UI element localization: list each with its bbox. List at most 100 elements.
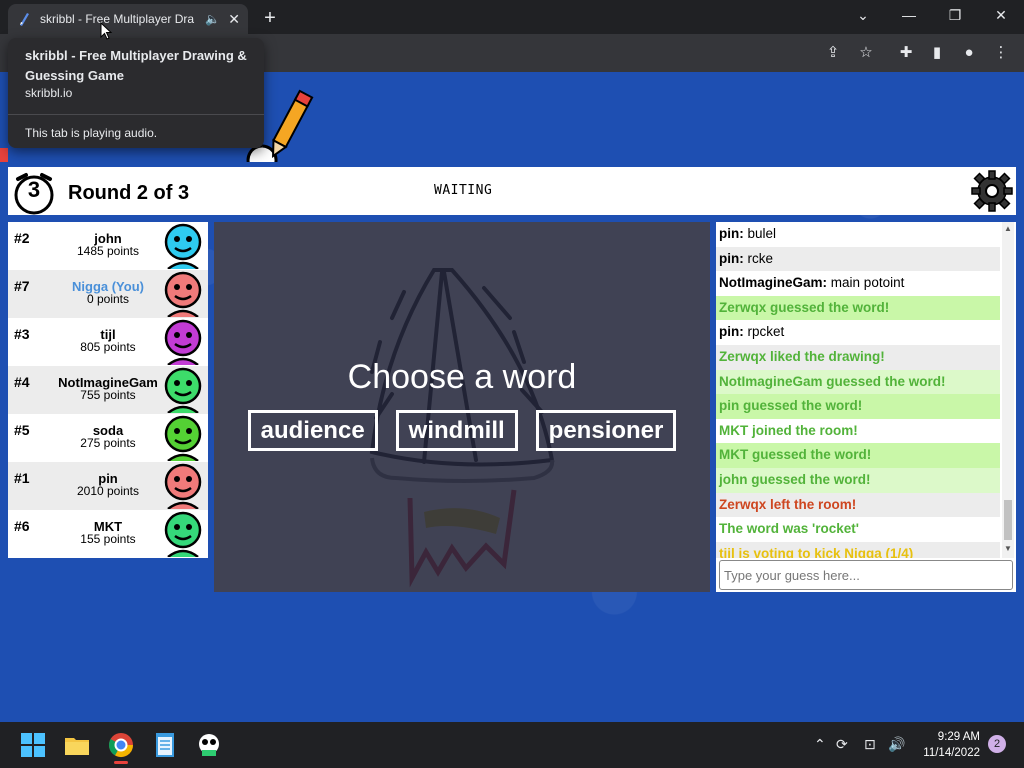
chat-message: Zerwqx liked the drawing! [716, 344, 1000, 370]
active-app-indicator [114, 761, 128, 764]
chat-text: bulel [747, 226, 777, 241]
side-panel-icon[interactable]: ▮ [926, 42, 948, 64]
chat-message: pin: rcke [716, 246, 1000, 272]
player-points: 275 points [80, 436, 136, 450]
player-row[interactable]: #5 soda 275 points [8, 414, 208, 462]
chat-message: john guessed the word! [716, 467, 1000, 493]
scroll-down-arrow-icon[interactable]: ▼ [1002, 544, 1014, 553]
settings-gear-icon[interactable] [970, 169, 1014, 213]
guess-input[interactable] [719, 560, 1013, 590]
tooltip-domain: skribbl.io [25, 86, 73, 100]
browser-tab[interactable]: skribbl - Free Multiplayer Dra 🔈 ✕ [8, 4, 248, 34]
word-options: audience windmill pensioner [214, 410, 710, 451]
chat-message: pin guessed the word! [716, 394, 1000, 419]
scroll-up-arrow-icon[interactable]: ▲ [1002, 224, 1014, 233]
chrome-taskbar-item[interactable] [106, 730, 136, 764]
sync-icon[interactable]: ⟳ [836, 736, 848, 753]
chat-scrollbar[interactable]: ▲ ▼ [1002, 222, 1014, 558]
chat-text: NotImagineGam guessed the word! [719, 373, 946, 389]
chat-messages: pin: bulel pin: rcke NotImagineGam: main p… [716, 222, 1000, 558]
extensions-puzzle-icon[interactable]: ✚ [895, 42, 917, 64]
chat-text: pin guessed the word! [719, 398, 863, 414]
player-rank: #2 [14, 230, 30, 246]
player-avatar [164, 463, 202, 509]
new-tab-button[interactable]: + [258, 6, 282, 30]
round-timer: 3 [27, 177, 41, 202]
speaker-icon[interactable]: 🔈 [205, 12, 220, 26]
file-explorer-icon[interactable] [62, 730, 92, 760]
player-points: 0 points [86, 292, 130, 306]
player-row[interactable]: #2 john 1485 points [8, 222, 208, 270]
chat-text: MKT guessed the word! [719, 447, 872, 463]
volume-icon[interactable]: 🔊 [888, 736, 905, 753]
player-row[interactable]: #7 Nigga (You) 0 points [8, 270, 208, 318]
tooltip-divider [8, 114, 264, 115]
tab-hover-card: skribbl - Free Multiplayer Drawing & Gue… [8, 38, 264, 148]
chat-author: pin [719, 226, 740, 241]
menu-kebab-icon[interactable]: ⋮ [990, 42, 1012, 64]
chat-text: rpcket [747, 324, 785, 340]
network-icon[interactable]: ⊡ [864, 736, 876, 753]
chat-text: MKT joined the room! [719, 422, 858, 438]
word-choice-overlay: Choose a word audience windmill pensioner [214, 222, 710, 592]
skribbl-favicon-icon [16, 11, 32, 27]
close-window-button[interactable]: ✕ [978, 0, 1024, 30]
player-points: 755 points [80, 388, 136, 402]
taskbar-clock[interactable]: 9:29 AM 11/14/2022 [910, 729, 980, 761]
tooltip-audio-note: This tab is playing audio. [25, 126, 158, 140]
tab-search-chevron-icon[interactable]: ⌄ [840, 0, 886, 30]
chat-author: pin [719, 324, 740, 340]
windows-start-icon[interactable] [18, 730, 48, 760]
tooltip-title: skribbl - Free Multiplayer Drawing & Gue… [25, 48, 247, 83]
player-row[interactable]: #6 MKT 155 points [8, 510, 208, 558]
scroll-thumb[interactable] [1004, 500, 1012, 540]
clock-time: 9:29 AM [937, 731, 980, 743]
player-rank: #5 [14, 422, 30, 438]
chat-message: NotImagineGam guessed the word! [716, 369, 1000, 395]
word-option-button[interactable]: pensioner [535, 410, 677, 451]
chat-message: pin: bulel [719, 226, 777, 241]
chat-message: Zerwqx guessed the word! [716, 295, 1000, 321]
close-tab-icon[interactable]: ✕ [228, 11, 240, 28]
word-option-button[interactable]: audience [247, 410, 378, 451]
chat-text: rcke [747, 250, 774, 266]
restore-button[interactable]: ❐ [932, 0, 978, 30]
choose-word-title: Choose a word [347, 358, 577, 396]
chat-message: Zerwqx left the room! [716, 492, 1000, 518]
player-avatar [164, 367, 202, 413]
chat-text: main potoint [830, 275, 905, 291]
chat-text: Zerwqx liked the drawing! [719, 348, 885, 364]
chat-message: The word was 'rocket' [716, 517, 1000, 542]
player-avatar [164, 319, 202, 365]
player-rank: #3 [14, 326, 30, 342]
chat-message: NotImagineGam: main potoint [719, 275, 905, 291]
show-hidden-icons-chevron-icon[interactable]: ⌃ [814, 736, 826, 753]
chat-message: pin: rpcket [719, 324, 785, 340]
chat-message: MKT guessed the word! [716, 443, 1000, 468]
player-row[interactable]: #4 NotImagineGam 755 points [8, 366, 208, 414]
chat-text: tijl is voting to kick Nigga (1/4) [719, 545, 914, 558]
share-icon[interactable]: ⇪ [822, 42, 844, 64]
profile-icon[interactable]: ● [958, 42, 980, 64]
chat-author: NotImagineGam [719, 275, 823, 291]
notepad-icon[interactable] [150, 730, 180, 760]
player-row[interactable]: #1 pin 2010 points [8, 462, 208, 510]
chat-message: MKT joined the room! [716, 419, 1000, 444]
chat-text: Zerwqx left the room! [719, 496, 857, 512]
player-rank: #6 [14, 518, 30, 534]
game-header: 3 Round 2 of 3 WAITING [8, 167, 1016, 215]
notification-badge[interactable]: 2 [988, 735, 1006, 753]
drawing-canvas[interactable]: Choose a word audience windmill pensioner [214, 222, 710, 592]
player-list: #2 john 1485 points #7 Nigga (You) 0 points … [8, 222, 208, 558]
player-avatar [164, 511, 202, 557]
minimize-button[interactable]: — [886, 0, 932, 30]
player-avatar [164, 415, 202, 461]
mouse-cursor-icon [100, 22, 113, 40]
player-points: 155 points [80, 532, 136, 546]
bookmark-star-icon[interactable]: ☆ [855, 42, 877, 64]
word-option-button[interactable]: windmill [395, 410, 518, 451]
game-app-icon[interactable] [194, 730, 224, 760]
player-points: 805 points [80, 340, 136, 354]
browser-tab-bar: skribbl - Free Multiplayer Dra 🔈 ✕ + ⌄ —… [0, 0, 1024, 34]
player-row[interactable]: #3 tijl 805 points [8, 318, 208, 366]
